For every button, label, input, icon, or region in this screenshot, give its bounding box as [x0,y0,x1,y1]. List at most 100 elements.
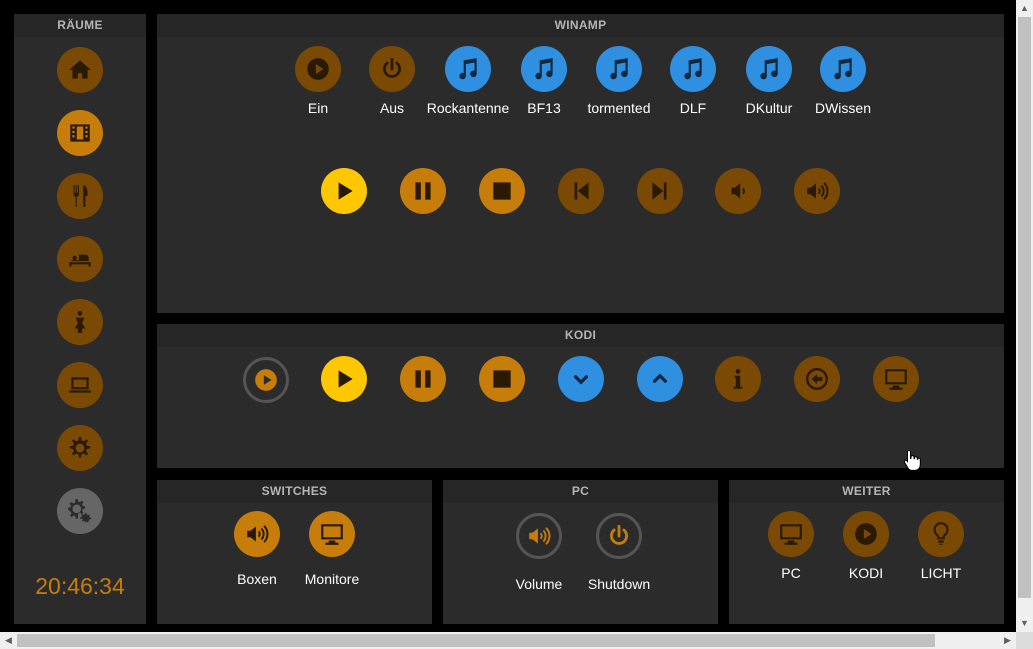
vertical-scroll-thumb[interactable] [1018,17,1031,598]
room-film-button[interactable] [57,110,103,156]
play-circle-icon [853,521,879,547]
winamp-volume-up-button[interactable] [794,168,840,214]
station-dwissen-label: DWissen [814,100,871,116]
kodi-down-button[interactable] [558,356,604,402]
scroll-up-arrow-icon[interactable]: ▲ [1016,0,1033,17]
kodi-panel: KODI [157,324,1004,468]
hand-cursor-icon [903,449,921,471]
pc-shutdown-button[interactable] [596,513,642,559]
kodi-fullscreen-button[interactable] [873,356,919,402]
scroll-right-arrow-icon[interactable]: ▶ [999,632,1016,649]
station-tormented-button[interactable] [596,46,642,92]
skip-back-icon [568,178,594,204]
monitor-icon [883,366,909,392]
weiter-pc-button[interactable] [768,511,814,557]
winamp-pause-button[interactable] [400,168,446,214]
scrollbar-corner [1016,632,1033,649]
monitor-icon [778,521,804,547]
clock: 20:46:34 [35,573,125,599]
pause-icon [410,366,436,392]
kodi-info-button[interactable] [715,356,761,402]
room-gear-button[interactable] [57,425,103,471]
weiter-licht-button[interactable] [918,511,964,557]
station-dkultur-button[interactable] [746,46,792,92]
winamp-on-button[interactable] [295,46,341,92]
kodi-up-button[interactable] [637,356,683,402]
film-icon [67,120,93,146]
bulb-icon [928,521,954,547]
room-home-button[interactable] [57,47,103,93]
switch-monitore-label: Monitore [304,571,360,587]
kodi-pause-button[interactable] [400,356,446,402]
music-icon [756,56,782,82]
switch-monitore-button[interactable] [309,511,355,557]
play-circle-icon [255,369,277,391]
station-dwissen-button[interactable] [820,46,866,92]
laptop-icon [67,372,93,398]
winamp-play-button[interactable] [321,168,367,214]
switch-boxen-button[interactable] [234,511,280,557]
weiter-kodi-button[interactable] [843,511,889,557]
music-icon [830,56,856,82]
room-bed-button[interactable] [57,236,103,282]
music-icon [606,56,632,82]
speaker-icon [529,527,551,545]
winamp-panel: WINAMP Ein Aus Rockantenne BF13 tormente… [157,14,1004,313]
station-bf13-button[interactable] [521,46,567,92]
vertical-scrollbar[interactable]: ▲ ▼ [1016,0,1033,632]
gears-icon [67,498,93,524]
dining-icon [67,183,93,209]
horizontal-scrollbar[interactable]: ◀ ▶ [0,632,1016,649]
winamp-off-button[interactable] [369,46,415,92]
bed-icon [67,246,93,272]
settings-button[interactable] [57,488,103,534]
winamp-previous-button[interactable] [558,168,604,214]
kodi-stop-button[interactable] [479,356,525,402]
power-icon [610,524,628,545]
room-laptop-button[interactable] [57,362,103,408]
play-circle-icon [305,56,331,82]
music-icon [680,56,706,82]
winamp-title: WINAMP [157,14,1004,37]
back-icon [804,366,830,392]
skip-forward-icon [647,178,673,204]
chevron-down-icon [568,366,594,392]
kodi-back-button[interactable] [794,356,840,402]
volume-down-icon [725,178,751,204]
person-icon [67,309,93,335]
weiter-licht-label: LICHT [920,565,962,581]
rooms-title: RÄUME [14,14,146,37]
monitor-icon [319,521,345,547]
room-dining-button[interactable] [57,173,103,219]
chevron-up-icon [647,366,673,392]
power-icon [379,56,405,82]
stop-icon [489,178,515,204]
horizontal-scroll-thumb[interactable] [17,634,935,647]
winamp-stop-button[interactable] [479,168,525,214]
kodi-launch-button[interactable] [243,357,289,403]
home-icon [67,57,93,83]
weiter-panel: WEITER PC KODI LICHT [729,480,1004,624]
scroll-down-arrow-icon[interactable]: ▼ [1016,615,1033,632]
music-icon [531,56,557,82]
pc-shutdown-label: Shutdown [587,576,651,592]
winamp-next-button[interactable] [637,168,683,214]
kodi-play-button[interactable] [321,356,367,402]
room-person-button[interactable] [57,299,103,345]
pause-icon [410,178,436,204]
scroll-left-arrow-icon[interactable]: ◀ [0,632,17,649]
station-rockantenne-button[interactable] [445,46,491,92]
play-icon [331,178,357,204]
play-icon [331,366,357,392]
info-icon [725,366,751,392]
pc-volume-button[interactable] [516,513,562,559]
speaker-icon [244,521,270,547]
switches-title: SWITCHES [157,480,432,503]
stop-icon [489,366,515,392]
winamp-volume-down-button[interactable] [715,168,761,214]
gear-icon [67,435,93,461]
weiter-title: WEITER [729,480,1004,503]
music-icon [455,56,481,82]
kodi-title: KODI [157,324,1004,347]
station-dlf-button[interactable] [670,46,716,92]
